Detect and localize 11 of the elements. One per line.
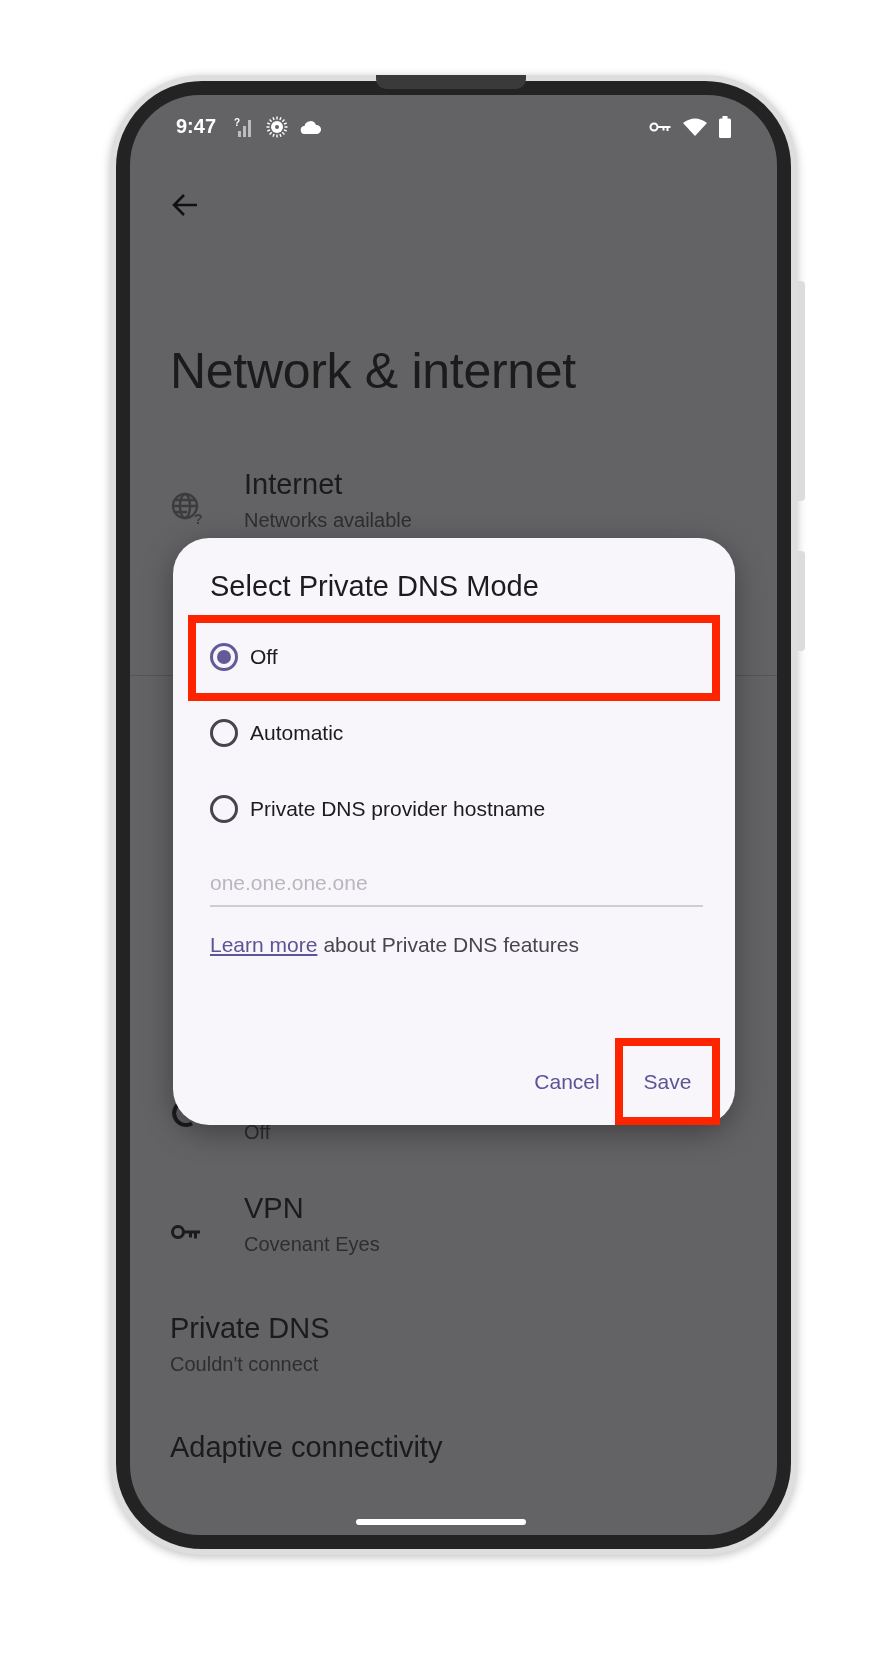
setting-title: VPN bbox=[244, 1192, 305, 1226]
option-label: Private DNS provider hostname bbox=[250, 797, 546, 821]
page-title: Network & internet bbox=[170, 342, 577, 401]
status-time: 9:47 bbox=[176, 115, 217, 139]
setting-title: Internet bbox=[244, 468, 344, 501]
setting-title: Adaptive connectivity bbox=[170, 1430, 443, 1464]
setting-title: Private DNS bbox=[170, 1311, 330, 1345]
option-label: Off bbox=[250, 645, 278, 669]
dialog-title: Select Private DNS Mode bbox=[210, 570, 540, 603]
info-text: Learn more about Private DNS features bbox=[210, 933, 581, 957]
option-label: Automatic bbox=[250, 721, 344, 745]
